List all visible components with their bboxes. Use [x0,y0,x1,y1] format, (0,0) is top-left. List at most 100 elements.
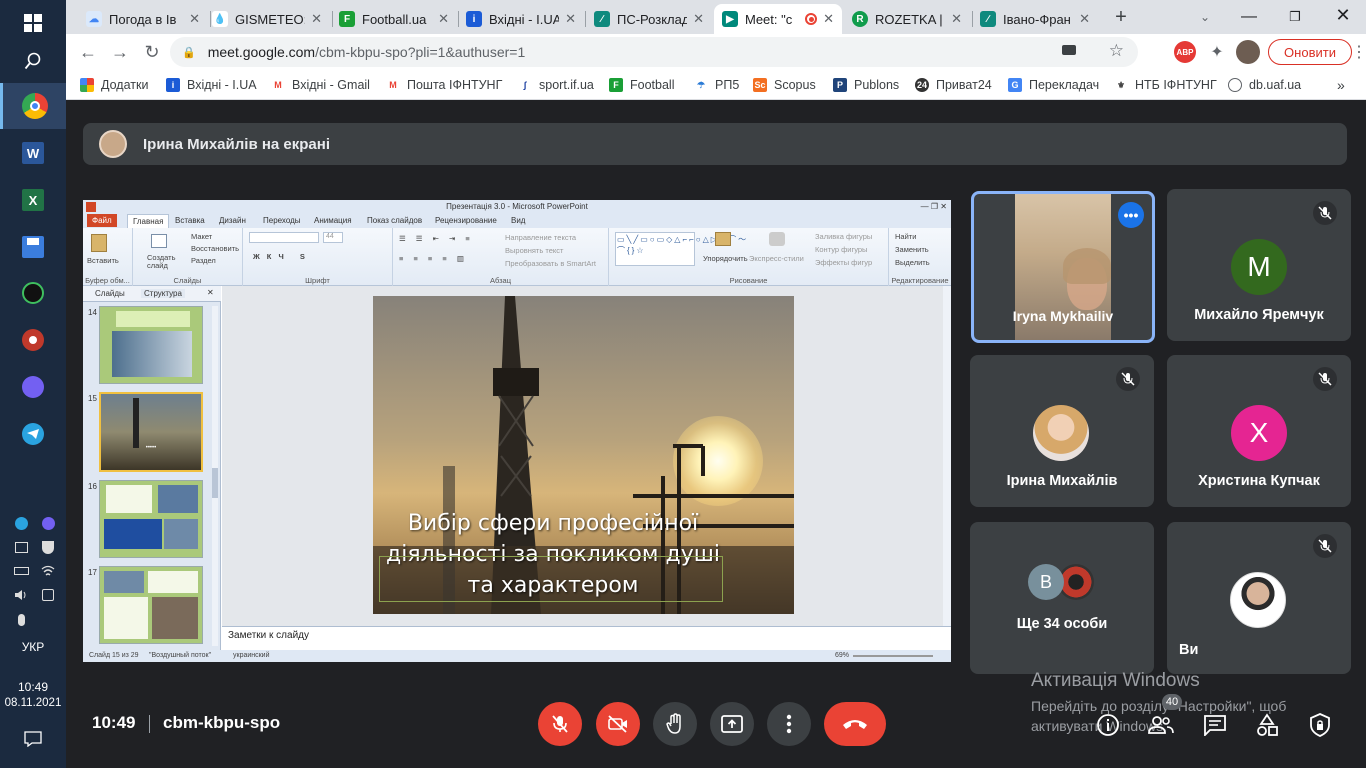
smartart-button[interactable]: Преобразовать в SmartArt [505,259,596,268]
participant-tile-self[interactable]: Ви [1167,522,1351,674]
slide-thumbnail[interactable] [99,306,203,384]
new-tab-button[interactable]: + [1110,6,1132,28]
select-button[interactable]: Выделить [895,258,930,267]
star-icon[interactable]: ☆ [1109,41,1124,61]
close-icon[interactable]: ✕ [823,11,834,27]
search-button[interactable] [0,38,66,84]
tray-telegram-icon[interactable] [10,513,32,533]
bookmark-apps[interactable]: Додатки [80,76,148,94]
camera-toggle-button[interactable] [596,702,640,746]
close-icon[interactable]: ✕ [565,11,576,27]
ppt-tab-transitions[interactable]: Переходы [263,216,301,225]
notifications-button[interactable] [0,716,66,762]
ppt-tab-animation[interactable]: Анимация [314,216,352,225]
ppt-tab-home[interactable]: Главная [127,214,170,229]
reload-button[interactable]: ↻ [140,40,164,64]
update-button[interactable]: Оновити [1268,39,1352,65]
slide-thumbnail[interactable] [99,566,203,644]
bookmark-scopus[interactable]: Sc Scopus [753,76,816,94]
minimize-button[interactable]: — [1234,6,1264,28]
browser-tab[interactable]: ∕ Івано-Фран ✕ [972,4,1098,34]
mic-toggle-button[interactable] [538,702,582,746]
paste-icon[interactable] [91,234,107,252]
extensions-button[interactable]: ✦ [1206,41,1228,63]
tray-network-icon[interactable] [37,561,59,581]
shape-effects-button[interactable]: Эффекты фигур [815,258,872,267]
activities-button[interactable] [1254,712,1280,738]
align-text-button[interactable]: Выровнять текст [505,246,563,255]
taskbar-date[interactable]: 08.11.2021 [0,697,66,709]
meeting-info-button[interactable] [1095,712,1121,738]
slide-thumbnail[interactable] [99,480,203,558]
ppt-tab-insert[interactable]: Вставка [175,216,205,225]
font-size-box[interactable]: 44 [323,232,343,243]
participant-tile-more[interactable]: B Ще 34 особи [970,522,1154,674]
participant-tile-active[interactable]: Iryna Mykhailiv ••• [971,191,1155,343]
adblock-extension[interactable]: ABP [1174,41,1196,63]
taskbar-telegram[interactable] [0,411,66,457]
back-button[interactable]: ← [76,40,100,64]
slides-pane-scrollbar[interactable] [212,306,218,646]
layout-button[interactable]: Макет [191,232,212,241]
taskbar-save-app[interactable] [0,224,66,270]
new-slide-icon[interactable] [151,234,167,248]
taskbar-word[interactable]: W [0,130,66,176]
taskbar-viber[interactable] [0,364,66,410]
quick-styles-label[interactable]: Экспресс-стили [749,254,804,263]
restore-button[interactable]: ❐ [1280,6,1310,28]
bookmark-iua[interactable]: i Вхідні - I.UA [166,76,257,94]
close-icon[interactable]: ✕ [951,11,962,27]
quick-styles-icon[interactable] [769,232,785,246]
browser-menu-button[interactable]: ⋮ [1351,40,1366,64]
browser-tab[interactable]: i Вхідні - I.UA ✕ [458,4,584,34]
forward-button[interactable]: → [108,40,132,64]
font-name-box[interactable] [249,232,319,243]
slide-thumbnail-selected[interactable]: ••••• [99,392,203,472]
taskbar-app-camera[interactable] [0,317,66,363]
participants-button[interactable]: 40 [1148,694,1182,738]
arrange-label[interactable]: Упорядочить [703,254,748,263]
replace-button[interactable]: Заменить [895,245,929,254]
browser-tab[interactable]: R ROZETKA | ✕ [844,4,970,34]
tray-battery-icon[interactable] [10,561,32,581]
align-buttons[interactable]: ≡ ≡ ≡ ≡ ▥ [399,254,468,263]
text-direction-button[interactable]: Направление текста [505,233,576,242]
participant-tile[interactable]: M Михайло Яремчук [1167,189,1351,341]
tray-viber-icon[interactable] [37,513,59,533]
section-button[interactable]: Раздел [191,256,216,265]
close-icon[interactable]: ✕ [693,11,704,27]
font-format-buttons[interactable]: ЖКЧ S [253,252,312,261]
ppt-tab-slideshow[interactable]: Показ слайдов [367,216,422,225]
bookmarks-overflow[interactable]: » [1337,76,1345,94]
tab-outline[interactable]: Структура [141,289,185,298]
ppt-tab-review[interactable]: Рецензирование [435,216,497,225]
bookmark-sport[interactable]: ∫ sport.if.ua [518,76,594,94]
browser-tab-active[interactable]: ▶ Meet: "c ✕ [714,4,842,34]
address-bar[interactable]: 🔒 meet.google.com/cbm-kbpu-spo?pli=1&aut… [170,37,1138,67]
browser-tab[interactable]: F Football.ua ✕ [331,4,457,34]
tray-defender-icon[interactable] [37,537,59,557]
more-options-button[interactable]: ••• [1118,202,1144,228]
taskbar-excel[interactable]: X [0,177,66,223]
bookmark-football[interactable]: F Football [609,76,674,94]
close-icon[interactable]: ✕ [207,288,214,297]
taskbar-app-pen[interactable] [0,270,66,316]
zoom-slider[interactable] [853,655,933,657]
tab-search-button[interactable]: ⌄ [1194,6,1216,28]
ppt-tab-file[interactable]: Файл [87,214,117,227]
chat-button[interactable] [1202,712,1228,738]
editor-vertical-scrollbar[interactable] [943,286,951,626]
tray-display-icon[interactable] [10,537,32,557]
restore-slide-button[interactable]: Восстановить [191,244,239,253]
tray-mic-icon[interactable] [10,610,32,630]
tray-share-icon[interactable] [37,585,59,605]
shape-fill-button[interactable]: Заливка фигуры [815,232,872,241]
paste-label[interactable]: Вставить [87,256,119,265]
ppt-tab-view[interactable]: Вид [511,216,525,225]
bookmark-translate[interactable]: G Перекладач [1008,76,1099,94]
slide-notes[interactable]: Заметки к слайду [222,626,951,650]
tab-slides[interactable]: Слайды [95,289,125,298]
bookmark-mail[interactable]: M Пошта ІФНТУНГ [386,76,502,94]
more-options-menu-button[interactable] [767,702,811,746]
shapes-gallery[interactable]: ▭╲╱▭○▭◇△⌐⌐○△▷☆⌒〜⌒{}☆ [615,232,746,266]
